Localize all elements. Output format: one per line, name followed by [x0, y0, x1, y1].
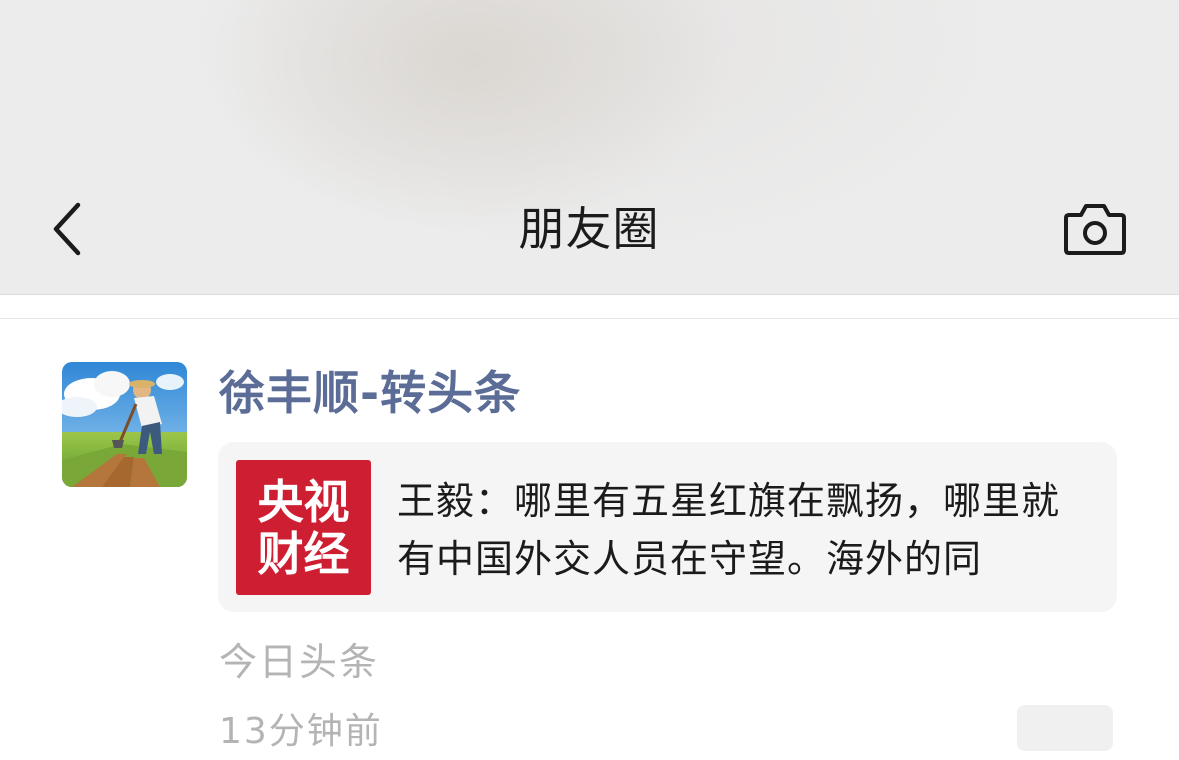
camera-button[interactable] [1060, 200, 1130, 258]
page-title: 朋友圈 [518, 202, 660, 256]
shared-link-title: 王毅：哪里有五星红旗在飘扬，哪里就有中国外交人员在守望。海外的同 [397, 479, 1061, 581]
shared-link-card[interactable]: 央视 财经 王毅：哪里有五星红旗在飘扬，哪里就有中国外交人员在守望。海外的同 [218, 442, 1117, 612]
camera-icon [1064, 204, 1126, 255]
post-timestamp: 13分钟前 [219, 711, 383, 752]
back-button[interactable] [40, 198, 96, 260]
avatar[interactable] [62, 362, 187, 487]
post-username[interactable]: 徐丰顺-转头条 [219, 362, 521, 424]
thumbnail-text-line1: 央视 [257, 475, 350, 529]
post-more-button[interactable] [1017, 705, 1113, 751]
thumbnail-text-line2: 财经 [257, 527, 350, 581]
header-divider [0, 294, 1179, 295]
chevron-left-icon [53, 202, 81, 256]
post-source-label[interactable]: 今日头条 [219, 634, 379, 690]
shared-link-thumbnail: 央视 财经 [236, 460, 371, 595]
feed-divider [0, 318, 1179, 319]
